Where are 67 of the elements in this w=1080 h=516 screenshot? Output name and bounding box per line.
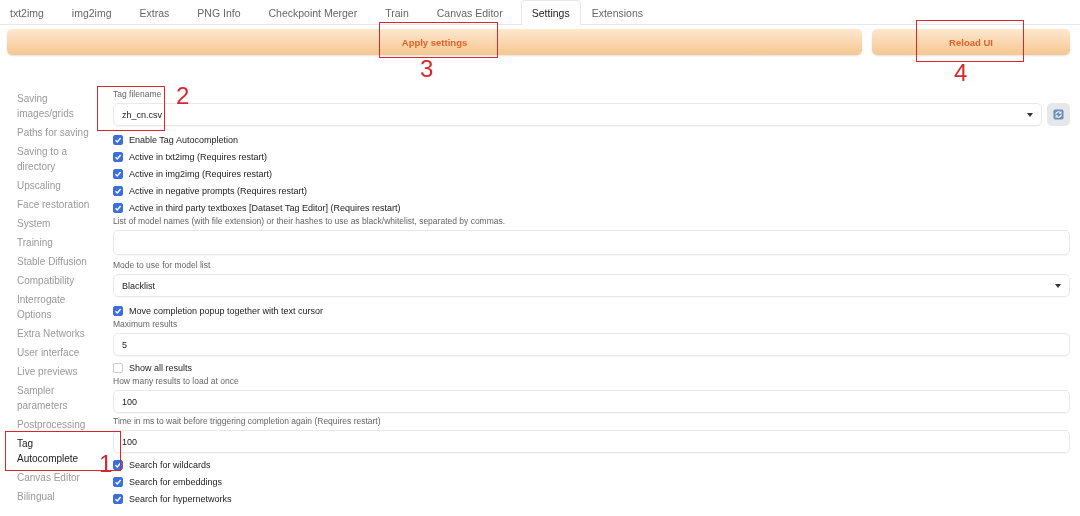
refresh-icon bbox=[1053, 109, 1064, 120]
tab[interactable]: txt2img bbox=[0, 0, 61, 24]
checkbox[interactable] bbox=[113, 202, 123, 213]
annotation-number: 3 bbox=[420, 57, 434, 81]
sidebar-item[interactable]: Tag Autocomplete bbox=[17, 434, 91, 468]
sidebar-item[interactable]: Interrogate Options bbox=[17, 290, 91, 324]
tab[interactable]: Checkpoint Merger bbox=[258, 0, 375, 24]
sidebar-item[interactable]: Sampler parameters bbox=[17, 381, 91, 415]
reload-ui-button[interactable]: Reload UI bbox=[872, 29, 1070, 55]
checkbox-label: Active in third party textboxes [Dataset Tag Editor] (Requires restart) bbox=[129, 202, 401, 213]
caret-icon bbox=[1055, 283, 1061, 288]
checkbox-label: Move completion popup together with text cursor bbox=[129, 305, 324, 316]
sidebar-item[interactable]: Extra Networks bbox=[17, 324, 91, 343]
sidebar-item[interactable]: Face restoration bbox=[17, 195, 91, 214]
number-field[interactable]: 100 bbox=[113, 390, 1070, 413]
tab[interactable]: Settings bbox=[520, 0, 581, 25]
apply-settings-button[interactable]: Apply settings bbox=[7, 29, 862, 55]
sidebar-item[interactable]: Upscaling bbox=[17, 176, 91, 195]
sidebar-item[interactable]: Saving to a directory bbox=[17, 142, 91, 176]
checkbox[interactable] bbox=[113, 476, 123, 487]
dropdown[interactable]: Blacklist bbox=[113, 274, 1070, 297]
sidebar-item[interactable]: Live previews bbox=[17, 362, 91, 381]
caret-icon bbox=[1027, 112, 1033, 117]
refresh-button[interactable] bbox=[1047, 103, 1070, 126]
checkbox[interactable] bbox=[113, 305, 123, 316]
checkbox-label: Search for embeddings bbox=[129, 476, 223, 487]
number-field[interactable]: 100 bbox=[113, 430, 1070, 453]
tab[interactable]: Train bbox=[375, 0, 426, 24]
sidebar-item[interactable]: Compatibility bbox=[17, 271, 91, 290]
checkbox-label: Search for hypernetworks bbox=[129, 493, 232, 504]
field-label: List of model names (with file extension) or their hashes to use as black/whitelist, separated by commas. bbox=[113, 216, 506, 227]
dropdown[interactable]: zh_cn.csv bbox=[113, 103, 1042, 126]
checkbox[interactable] bbox=[113, 493, 123, 504]
tab[interactable]: Extensions bbox=[581, 0, 661, 24]
tab[interactable]: img2img bbox=[61, 0, 129, 24]
tab[interactable]: PNG Info bbox=[187, 0, 258, 24]
checkbox-label: Show all results bbox=[129, 362, 193, 373]
checkbox[interactable] bbox=[113, 168, 123, 179]
annotation-box bbox=[97, 86, 165, 131]
sidebar-item[interactable]: Training bbox=[17, 233, 91, 252]
tab[interactable]: Extras bbox=[129, 0, 187, 24]
sidebar-item[interactable]: Paths for saving bbox=[17, 123, 91, 142]
sidebar-item[interactable]: Stable Diffusion bbox=[17, 252, 91, 271]
field-label: Tag filename bbox=[113, 89, 162, 100]
checkbox-label: Active in img2img (Requires restart) bbox=[129, 168, 273, 179]
field-label: Time in ms to wait before triggering completion again (Requires restart) bbox=[113, 416, 381, 427]
checkbox-label: Enable Tag Autocompletion bbox=[129, 134, 238, 145]
annotation-number: 4 bbox=[954, 61, 968, 85]
sidebar-item[interactable]: Postprocessing bbox=[17, 415, 91, 434]
number-field[interactable]: 5 bbox=[113, 333, 1070, 356]
sidebar-item[interactable]: Saving images/grids bbox=[17, 89, 91, 123]
checkbox[interactable] bbox=[113, 151, 123, 162]
field-label: Maximum results bbox=[113, 319, 178, 330]
checkbox-label: Search for wildcards bbox=[129, 459, 211, 470]
checkbox[interactable] bbox=[113, 362, 123, 373]
checkbox[interactable] bbox=[113, 459, 123, 470]
sidebar-item[interactable]: Bilingual bbox=[17, 487, 91, 506]
field-label: Mode to use for model list bbox=[113, 260, 211, 271]
sidebar-item[interactable]: User interface bbox=[17, 343, 91, 362]
sidebar-item[interactable]: Canvas Editor bbox=[17, 468, 91, 487]
field-label: How many results to load at once bbox=[113, 376, 239, 387]
tab[interactable]: Canvas Editor bbox=[426, 0, 520, 24]
checkbox-label: Active in negative prompts (Requires restart) bbox=[129, 185, 308, 196]
checkbox[interactable] bbox=[113, 134, 123, 145]
checkbox-label: Active in txt2img (Requires restart) bbox=[129, 151, 268, 162]
checkbox[interactable] bbox=[113, 185, 123, 196]
sidebar-item[interactable]: System bbox=[17, 214, 91, 233]
